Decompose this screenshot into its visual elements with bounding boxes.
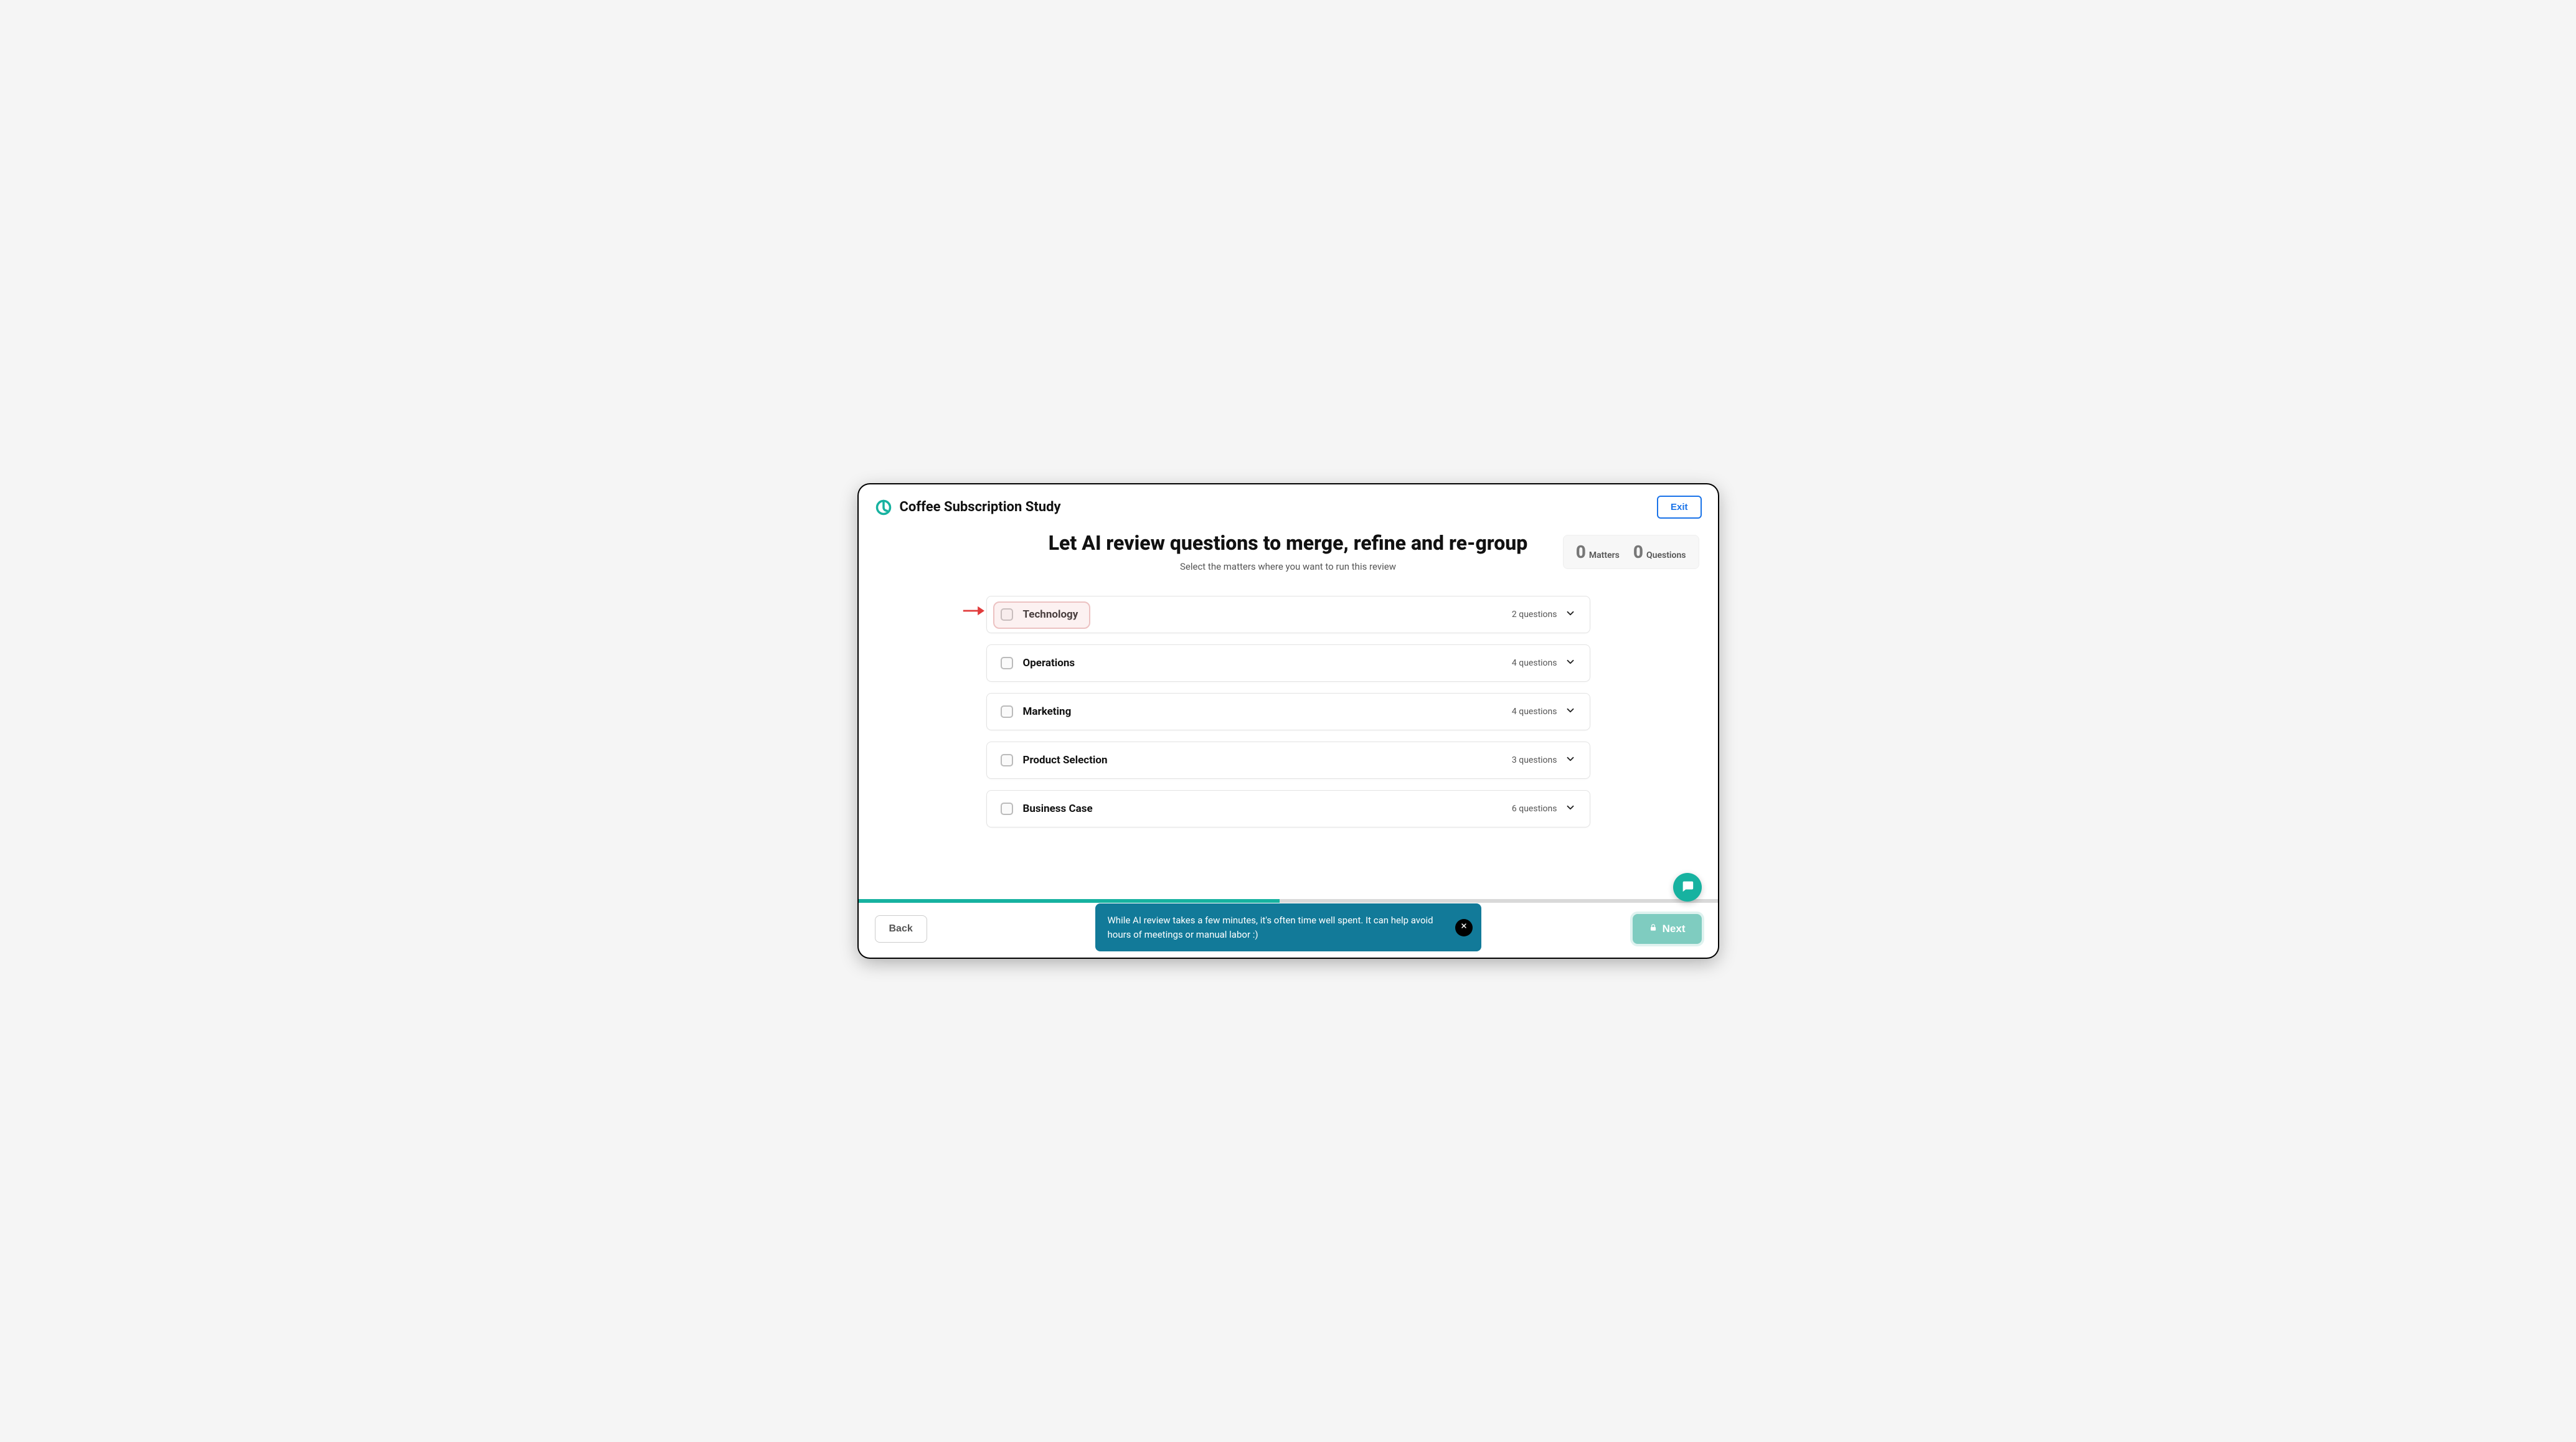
matter-checkbox[interactable] xyxy=(1001,657,1013,669)
chat-fab[interactable] xyxy=(1673,873,1702,902)
stat-matters-label: Matters xyxy=(1589,550,1620,560)
matter-checkbox[interactable] xyxy=(1001,705,1013,718)
matter-right: 2 questions xyxy=(1512,608,1576,621)
matter-left: Operations xyxy=(1001,657,1075,669)
content: Let AI review questions to merge, refine… xyxy=(859,526,1718,899)
matter-count: 2 questions xyxy=(1512,610,1557,620)
exit-button[interactable]: Exit xyxy=(1657,496,1702,519)
stat-matters: 0 Matters xyxy=(1576,542,1620,562)
matter-name: Business Case xyxy=(1023,803,1093,815)
chevron-down-icon[interactable] xyxy=(1565,608,1576,621)
header: Coffee Subscription Study Exit xyxy=(859,484,1718,526)
next-button-label: Next xyxy=(1663,923,1686,935)
matter-right: 4 questions xyxy=(1512,656,1576,670)
chevron-down-icon[interactable] xyxy=(1565,802,1576,816)
header-left: Coffee Subscription Study xyxy=(875,499,1061,516)
chevron-down-icon[interactable] xyxy=(1565,753,1576,767)
stat-questions-label: Questions xyxy=(1646,550,1686,560)
matter-row[interactable]: Technology 2 questions xyxy=(986,596,1590,633)
matter-row[interactable]: Product Selection 3 questions xyxy=(986,742,1590,779)
chevron-down-icon[interactable] xyxy=(1565,705,1576,719)
matter-count: 4 questions xyxy=(1512,658,1557,668)
matter-count: 6 questions xyxy=(1512,804,1557,814)
matter-right: 6 questions xyxy=(1512,802,1576,816)
matter-name: Marketing xyxy=(1023,705,1072,718)
matter-name: Technology xyxy=(1023,608,1078,621)
matter-row[interactable]: Operations 4 questions xyxy=(986,644,1590,682)
matter-checkbox[interactable] xyxy=(1001,803,1013,815)
toast-close-button[interactable] xyxy=(1455,919,1473,936)
matters-list: Technology 2 questions Operations 4 questio… xyxy=(986,596,1590,827)
matter-count: 3 questions xyxy=(1512,755,1557,765)
matter-left: Marketing xyxy=(1001,705,1072,718)
stat-questions: 0 Questions xyxy=(1633,542,1686,562)
study-title: Coffee Subscription Study xyxy=(900,499,1061,515)
toast-message: While AI review takes a few minutes, it'… xyxy=(1108,915,1433,940)
matter-name: Product Selection xyxy=(1023,754,1108,766)
back-button[interactable]: Back xyxy=(875,915,927,943)
brand-logo-icon xyxy=(875,499,892,516)
matter-checkbox[interactable] xyxy=(1001,608,1013,621)
close-icon xyxy=(1460,921,1468,934)
matter-row[interactable]: Marketing 4 questions xyxy=(986,693,1590,730)
matter-checkbox[interactable] xyxy=(1001,754,1013,766)
stat-matters-count: 0 xyxy=(1576,542,1586,562)
matter-count: 4 questions xyxy=(1512,707,1557,717)
app-window: Coffee Subscription Study Exit Let AI re… xyxy=(859,484,1718,958)
info-toast: While AI review takes a few minutes, it'… xyxy=(1095,903,1481,951)
matter-left: Business Case xyxy=(1001,803,1093,815)
chat-icon xyxy=(1681,879,1694,895)
matter-right: 4 questions xyxy=(1512,705,1576,719)
chevron-down-icon[interactable] xyxy=(1565,656,1576,670)
hero: Let AI review questions to merge, refine… xyxy=(875,531,1702,572)
matter-left: Technology xyxy=(1001,608,1078,621)
matter-right: 3 questions xyxy=(1512,753,1576,767)
annotation-arrow-icon xyxy=(962,604,984,620)
next-button[interactable]: Next xyxy=(1633,914,1702,944)
matter-name: Operations xyxy=(1023,657,1075,669)
stats-box: 0 Matters 0 Questions xyxy=(1563,535,1699,569)
lock-icon xyxy=(1649,923,1658,935)
matter-row[interactable]: Business Case 6 questions xyxy=(986,790,1590,827)
footer: Back While AI review takes a few minutes… xyxy=(859,903,1718,958)
stat-questions-count: 0 xyxy=(1633,542,1643,562)
matter-left: Product Selection xyxy=(1001,754,1108,766)
